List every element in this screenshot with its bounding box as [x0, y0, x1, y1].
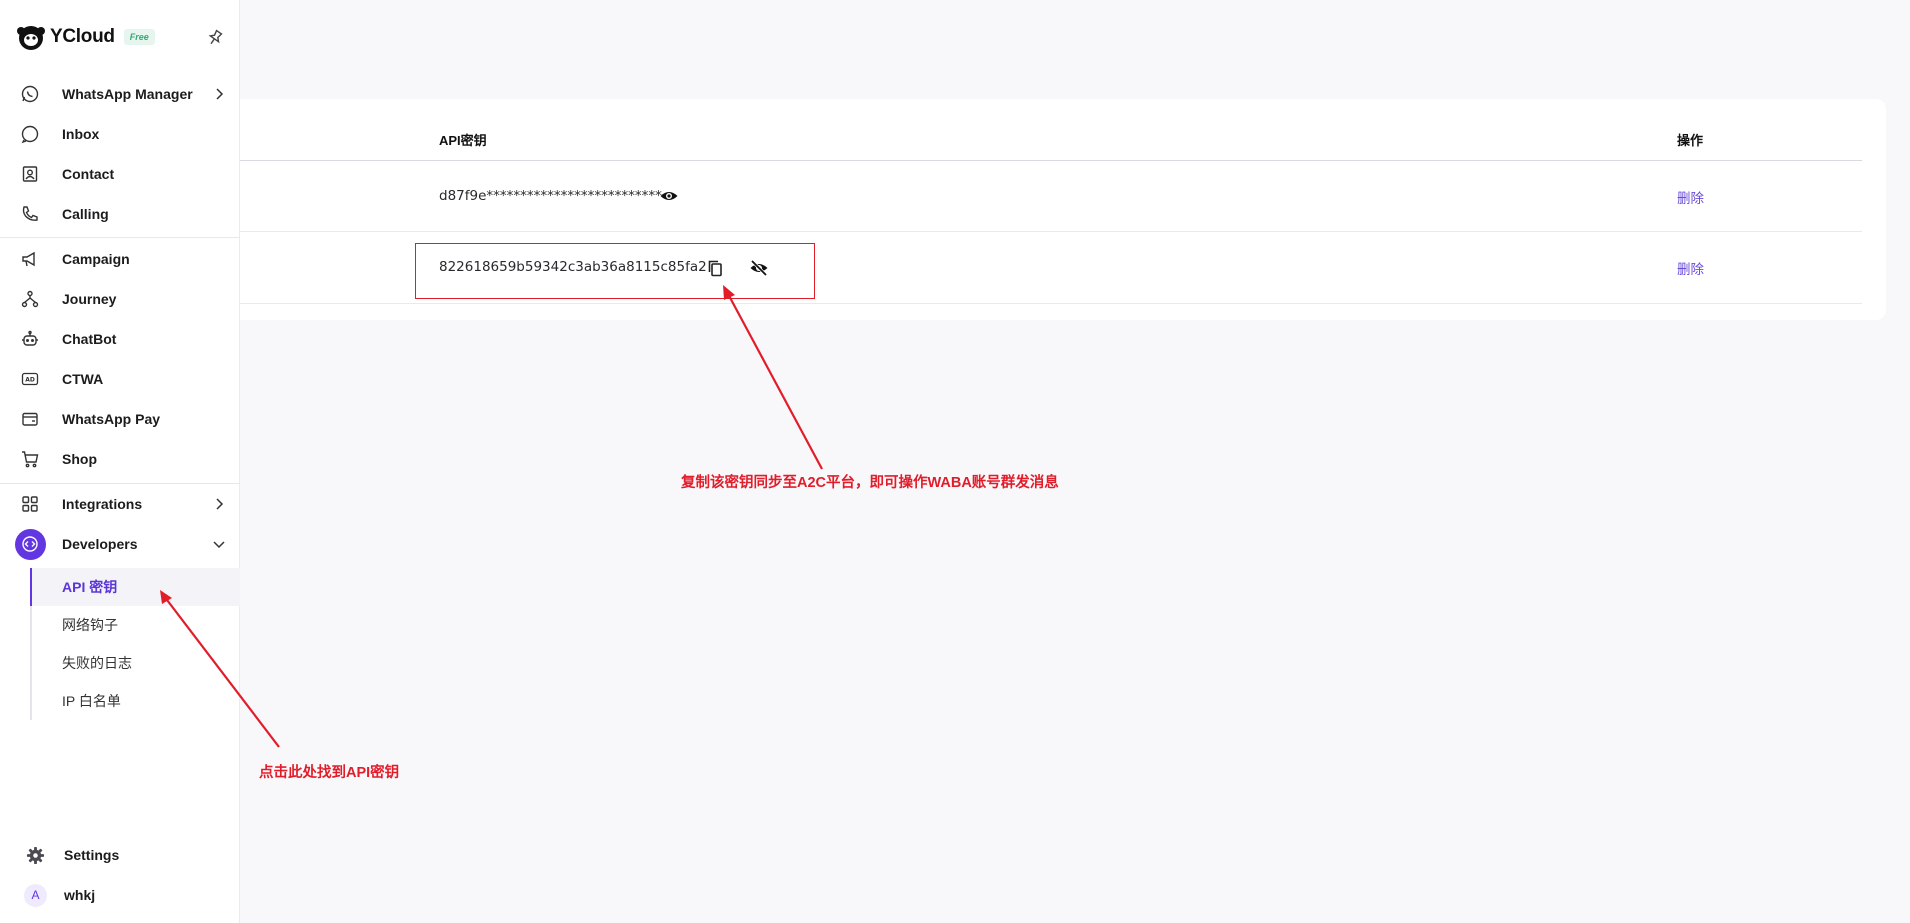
- sidebar-subitem-label: IP 白名单: [62, 693, 121, 709]
- brand-name: YCloud: [50, 26, 115, 47]
- sidebar-item-label: ChatBot: [62, 331, 117, 347]
- sidebar-item-developers[interactable]: Developers: [0, 524, 240, 564]
- sidebar-item-journey[interactable]: Journey: [0, 279, 240, 319]
- grid-icon: [22, 496, 38, 512]
- sidebar-item-label: Shop: [62, 451, 97, 467]
- sidebar-item-whatsapp-pay[interactable]: WhatsApp Pay: [0, 399, 240, 439]
- sidebar-item-label: Contact: [62, 166, 115, 182]
- sidebar-subitem-ip-whitelist[interactable]: IP 白名单: [30, 682, 240, 720]
- avatar: A: [24, 884, 47, 907]
- sidebar-item-label: Inbox: [62, 126, 100, 142]
- robot-icon: [22, 330, 38, 346]
- chevron-right-icon: [216, 88, 224, 100]
- phone-icon: [22, 206, 38, 221]
- delete-link[interactable]: 删除: [1677, 187, 1704, 207]
- sidebar-divider: [0, 237, 240, 238]
- eye-icon[interactable]: [659, 186, 679, 206]
- sidebar-subitem-label: 网络钩子: [62, 617, 118, 633]
- pin-icon[interactable]: [205, 28, 225, 48]
- sidebar-subitem-api-keys[interactable]: API 密钥: [30, 568, 240, 606]
- sidebar-item-shop[interactable]: Shop: [0, 439, 240, 479]
- sidebar-subitem-webhooks[interactable]: 网络钩子: [30, 606, 240, 644]
- user-profile[interactable]: A whkj: [0, 875, 240, 915]
- delete-link[interactable]: 删除: [1677, 258, 1704, 278]
- sidebar-item-label: WhatsApp Manager: [62, 86, 193, 102]
- column-header-api-key: API密钥: [439, 133, 487, 148]
- sidebar-item-integrations[interactable]: Integrations: [0, 484, 240, 524]
- table-row-divider: [240, 303, 1862, 304]
- sidebar-item-chatbot[interactable]: ChatBot: [0, 319, 240, 359]
- megaphone-icon: [22, 251, 35, 267]
- wallet-icon: [22, 412, 38, 426]
- svg-text:AD: AD: [25, 377, 35, 384]
- whatsapp-icon: [21, 85, 39, 103]
- table-header-divider: [240, 160, 1862, 161]
- gear-icon: [26, 846, 45, 865]
- sidebar-item-label: Calling: [62, 206, 109, 222]
- sidebar-subitem-label: 失败的日志: [62, 655, 132, 671]
- sidebar-item-contact[interactable]: Contact: [0, 154, 240, 194]
- ad-icon: AD: [21, 372, 39, 386]
- sidebar-item-label: Campaign: [62, 251, 130, 267]
- sidebar-item-label: WhatsApp Pay: [62, 411, 161, 427]
- brand[interactable]: YCloud Free: [16, 22, 155, 52]
- annotation-copy-note: 复制该密钥同步至A2C平台，即可操作WABA账号群发消息: [681, 475, 1059, 491]
- api-key-masked: d87f9e**************************: [439, 188, 662, 204]
- plan-badge: Free: [123, 29, 155, 45]
- sidebar-subitem-label: API 密钥: [62, 579, 118, 595]
- user-name: whkj: [64, 887, 96, 903]
- contact-card-icon: [22, 166, 38, 182]
- sidebar-subitem-failed-logs[interactable]: 失败的日志: [30, 644, 240, 682]
- sidebar-item-inbox[interactable]: Inbox: [0, 114, 240, 154]
- sidebar-item-label: Journey: [62, 291, 117, 307]
- sidebar-item-label: Developers: [62, 536, 138, 552]
- annotation-click-note: 点击此处找到API密钥: [259, 765, 400, 781]
- sidebar-item-settings[interactable]: Settings: [0, 835, 240, 875]
- sidebar-item-label: CTWA: [62, 371, 104, 387]
- code-icon: [22, 536, 38, 552]
- chat-bubble-icon: [21, 125, 39, 144]
- sidebar-item-ctwa[interactable]: AD CTWA: [0, 359, 240, 399]
- settings-label: Settings: [64, 847, 120, 863]
- highlight-box: [415, 243, 815, 299]
- column-header-action: 操作: [1677, 133, 1704, 148]
- journey-flow-icon: [21, 290, 39, 308]
- sidebar: YCloud Free WhatsApp Manager Inbox Conta…: [0, 0, 240, 923]
- sidebar-item-label: Integrations: [62, 496, 143, 512]
- sidebar-item-whatsapp-manager[interactable]: WhatsApp Manager: [0, 74, 240, 114]
- chevron-down-icon: [213, 541, 225, 549]
- chevron-right-icon: [216, 498, 224, 510]
- sidebar-item-campaign[interactable]: Campaign: [0, 239, 240, 279]
- cart-icon: [22, 451, 39, 468]
- table-row-divider: [240, 231, 1862, 232]
- sidebar-item-calling[interactable]: Calling: [0, 194, 240, 234]
- active-indicator: [30, 568, 32, 606]
- ycloud-logo-icon: [17, 26, 45, 50]
